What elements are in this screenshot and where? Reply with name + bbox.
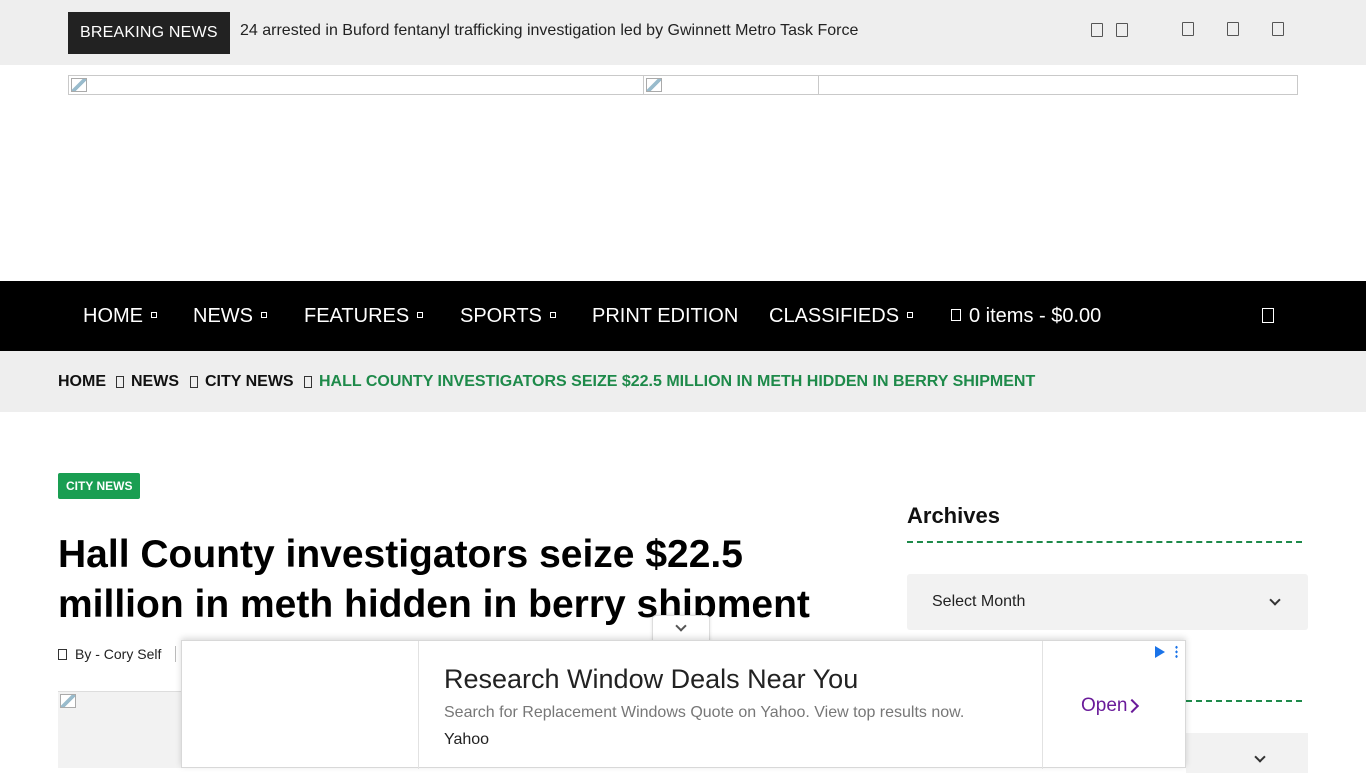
nav-item-features[interactable]: FEATURES bbox=[304, 303, 424, 329]
byline-divider bbox=[175, 646, 176, 662]
breadcrumb-home[interactable]: HOME bbox=[58, 373, 106, 391]
social-icon-3[interactable] bbox=[1182, 22, 1194, 36]
adchoices-icon[interactable] bbox=[1155, 646, 1165, 658]
chevron-down-icon bbox=[1269, 594, 1281, 606]
breaking-news-headline[interactable]: 24 arrested in Buford fentanyl trafficki… bbox=[240, 22, 858, 40]
ad-collapse-button[interactable] bbox=[652, 615, 710, 643]
select-value: Select Month bbox=[932, 593, 1026, 610]
archives-divider bbox=[907, 541, 1302, 543]
breadcrumb-news[interactable]: NEWS bbox=[131, 373, 179, 391]
byline[interactable]: By - Cory Self bbox=[58, 646, 161, 662]
author-name: By - Cory Self bbox=[75, 646, 162, 662]
social-icon-1[interactable] bbox=[1091, 23, 1103, 37]
chevron-down-icon bbox=[151, 311, 157, 318]
ad-divider bbox=[1042, 641, 1043, 769]
breadcrumb-current: HALL COUNTY INVESTIGATORS SEIZE $22.5 MI… bbox=[319, 373, 1036, 390]
sticky-ad[interactable]: Research Window Deals Near You Search fo… bbox=[181, 640, 1186, 769]
broken-image-icon bbox=[60, 694, 76, 708]
nav-cart[interactable]: 0 items - $0.00 bbox=[951, 303, 1101, 329]
breadcrumb-city-news[interactable]: CITY NEWS bbox=[205, 373, 294, 391]
nav-item-print-edition[interactable]: PRINT EDITION bbox=[592, 303, 738, 329]
ad-source: Yahoo bbox=[444, 731, 490, 748]
ad-description: Search for Replacement Windows Quote on … bbox=[444, 704, 965, 721]
main-navigation: HOME NEWS FEATURES SPORTS PRINT EDITION … bbox=[0, 281, 1366, 351]
ad-image[interactable] bbox=[182, 641, 419, 769]
breaking-news-label: BREAKING NEWS bbox=[68, 12, 230, 54]
social-icon-5[interactable] bbox=[1272, 22, 1284, 36]
archives-heading: Archives bbox=[907, 503, 1000, 528]
chevron-down-icon bbox=[261, 311, 267, 318]
ad-title[interactable]: Research Window Deals Near You bbox=[444, 664, 858, 695]
sidebar-divider bbox=[1186, 700, 1302, 702]
breadcrumb: HOME NEWS CITY NEWS HALL COUNTY INVESTIG… bbox=[0, 351, 1366, 412]
social-icon-2[interactable] bbox=[1116, 23, 1128, 37]
chevron-down-icon bbox=[417, 311, 424, 318]
chevron-down-icon bbox=[549, 311, 556, 318]
user-icon bbox=[58, 648, 67, 660]
search-icon[interactable] bbox=[1262, 308, 1274, 323]
header-banner[interactable] bbox=[68, 75, 1298, 95]
nav-item-news[interactable]: NEWS bbox=[193, 303, 267, 329]
sidebar-select[interactable] bbox=[1186, 733, 1308, 773]
more-options-icon[interactable] bbox=[1175, 645, 1178, 659]
social-icon-4[interactable] bbox=[1227, 22, 1239, 36]
nav-item-home[interactable]: HOME bbox=[83, 303, 157, 329]
top-bar: BREAKING NEWS 24 arrested in Buford fent… bbox=[0, 0, 1366, 65]
chevron-right-icon bbox=[304, 376, 312, 388]
chevron-right-icon bbox=[116, 376, 124, 388]
category-badge[interactable]: CITY NEWS bbox=[58, 473, 141, 499]
broken-image-icon bbox=[71, 78, 87, 92]
cart-icon bbox=[951, 308, 961, 321]
archives-month-select[interactable]: Select Month bbox=[907, 574, 1308, 630]
nav-item-classifieds[interactable]: CLASSIFIEDS bbox=[769, 303, 914, 329]
nav-item-sports[interactable]: SPORTS bbox=[460, 303, 556, 329]
article-title: Hall County investigators seize $22.5 mi… bbox=[58, 533, 810, 626]
chevron-right-icon bbox=[190, 376, 198, 388]
chevron-down-icon bbox=[1254, 751, 1266, 763]
broken-image-icon bbox=[646, 78, 662, 92]
ad-open-button[interactable]: Open bbox=[1081, 695, 1127, 717]
chevron-down-icon bbox=[907, 311, 914, 318]
chevron-down-icon bbox=[675, 620, 687, 632]
